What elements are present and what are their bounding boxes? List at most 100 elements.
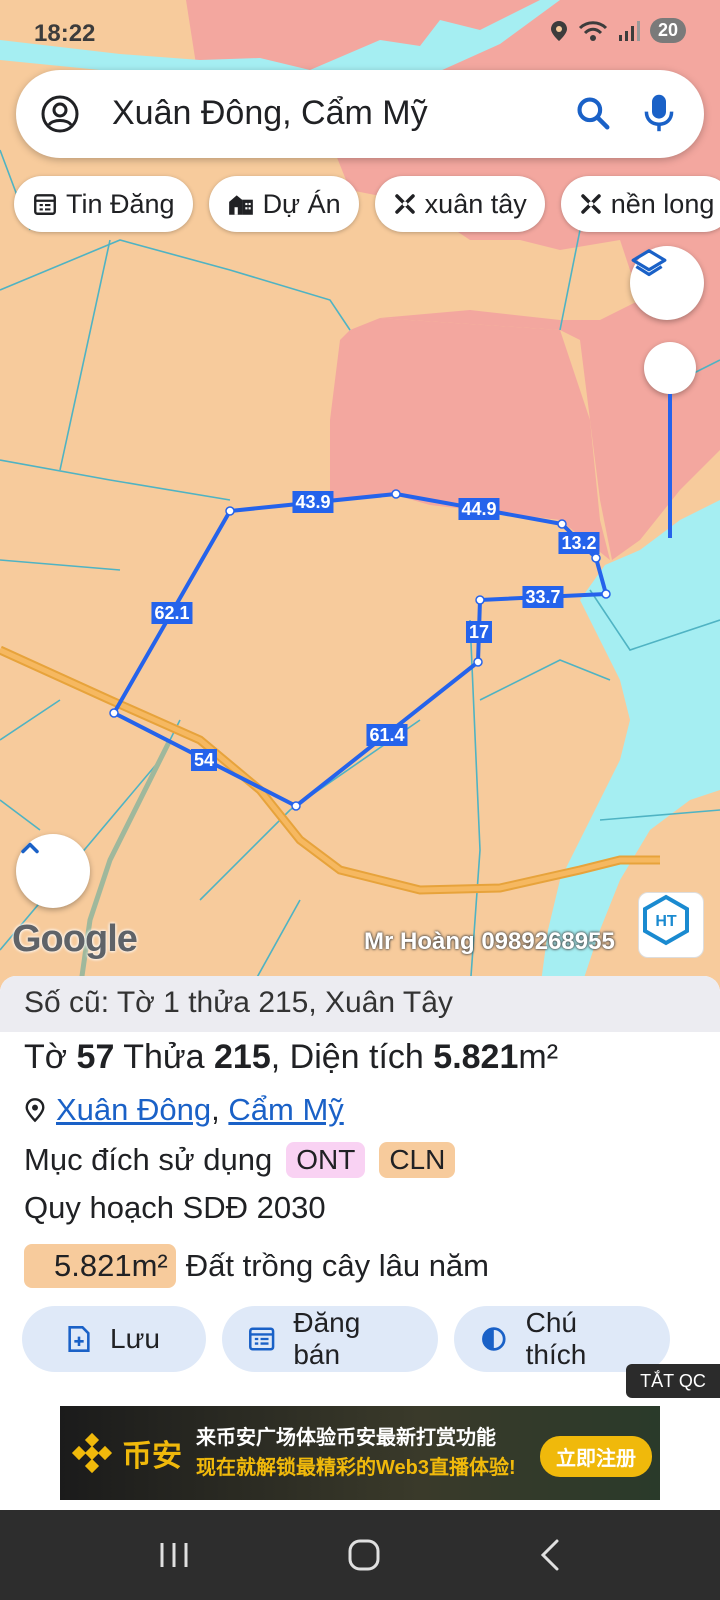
layers-button[interactable] <box>630 246 704 320</box>
plan-area-value: 5.821m² <box>24 1244 176 1288</box>
ad-line-2: 现在就解锁最精彩的Web3直播体验! <box>196 1457 516 1479</box>
opacity-slider-track[interactable] <box>668 394 672 538</box>
ad-brand: 币安 <box>122 1440 182 1473</box>
location-pin-icon <box>550 20 567 41</box>
svg-text:HT: HT <box>655 913 677 930</box>
selected-parcel-outline[interactable] <box>112 492 608 808</box>
microphone-icon[interactable] <box>642 92 676 134</box>
edge-length-label: 17 <box>465 621 493 643</box>
chip-label: Tin Đăng <box>66 188 175 219</box>
edge-length-label: 43.9 <box>292 491 334 513</box>
purpose-tag-ont: ONT <box>286 1142 366 1178</box>
parcel-vertex <box>225 506 235 516</box>
opacity-slider-handle[interactable] <box>644 342 696 394</box>
filter-chips: Tin Đăng Dự Án xuân tây nền long <box>14 176 720 232</box>
signal-icon <box>618 20 640 41</box>
home-icon[interactable] <box>346 1537 382 1573</box>
plan-area-row: 5.821m² Đất trồng cây lâu năm <box>24 1244 489 1288</box>
edge-length-label: 54 <box>190 749 218 771</box>
parcel-vertex <box>591 553 601 563</box>
search-icon[interactable] <box>574 94 612 132</box>
area-label: , Diện tích <box>270 1038 424 1076</box>
layers-icon <box>631 249 667 277</box>
chip-du-an[interactable]: Dự Án <box>208 176 359 232</box>
ad-cta-button[interactable]: 立即注册 <box>540 1436 652 1477</box>
area-unit: m² <box>518 1038 559 1076</box>
google-logo: Google <box>12 918 138 960</box>
hoang-thinh-land-logo-icon: HT <box>643 894 689 946</box>
edge-length-label: 61.4 <box>366 724 408 746</box>
location-row: Xuân Đông, Cẩm Mỹ <box>24 1092 344 1128</box>
post-for-sale-button[interactable]: Đăng bán <box>222 1306 438 1372</box>
ad-banner[interactable]: 币安 来币安广场体验币安最新打赏功能 现在就解锁最精彩的Web3直播体验! 立即… <box>60 1406 660 1500</box>
listing-icon <box>249 1327 275 1351</box>
location-separator: , <box>211 1092 220 1127</box>
chip-tin-dang[interactable]: Tin Đăng <box>14 176 193 232</box>
plan-label: Quy hoạch SDĐ 2030 <box>24 1190 326 1225</box>
commune-link[interactable]: Xuân Đông <box>56 1092 211 1127</box>
chip-xuan-tay[interactable]: xuân tây <box>374 176 545 232</box>
battery-indicator: 20 <box>649 18 686 43</box>
legend-icon <box>482 1327 506 1351</box>
agency-logo: HT <box>638 892 704 958</box>
parcel-vertex <box>557 519 567 529</box>
chip-nen-long[interactable]: nền long <box>560 176 720 232</box>
parcel-vertex <box>475 595 485 605</box>
parcel-vertex <box>601 589 611 599</box>
chip-label: nền long <box>610 188 715 219</box>
purpose-tag-cln: CLN <box>379 1142 456 1178</box>
ad-line-1: 来币安广场体验币安最新打赏功能 <box>196 1427 496 1449</box>
area-value: 5.821 <box>433 1038 519 1076</box>
expand-panel-button[interactable] <box>16 834 90 908</box>
parcel-vertex <box>473 657 483 667</box>
edge-length-label: 13.2 <box>558 532 600 554</box>
edge-length-label: 33.7 <box>522 586 564 608</box>
plan-area-desc: Đất trồng cây lâu năm <box>185 1248 489 1283</box>
status-time: 18:22 <box>34 20 96 47</box>
system-nav-bar <box>0 1510 720 1600</box>
sheet-number: 57 <box>76 1038 115 1076</box>
old-record-text: Số cũ: Tờ 1 thửa 215, Xuân Tây <box>0 976 720 1032</box>
parcel-vertex <box>391 489 401 499</box>
save-doc-icon <box>68 1326 90 1352</box>
binance-logo-icon <box>71 1432 113 1474</box>
parcel-summary: Tờ 57 Thửa 215, Diện tích 5.821m² <box>24 1038 558 1077</box>
save-button[interactable]: Lưu <box>22 1306 206 1372</box>
save-label: Lưu <box>110 1323 160 1354</box>
search-query-text[interactable]: Xuân Đông, Cẩm Mỹ <box>112 94 428 133</box>
plot-number: 215 <box>214 1038 271 1076</box>
post-for-sale-label: Đăng bán <box>293 1307 361 1370</box>
chevron-up-icon <box>21 842 39 854</box>
status-bar: 18:22 20 <box>0 0 720 64</box>
road <box>0 645 660 895</box>
close-ad-button[interactable]: TẮT QC <box>626 1364 720 1398</box>
legend-button[interactable]: Chú thích <box>454 1306 670 1372</box>
purpose-label: Mục đích sử dụng <box>24 1142 273 1177</box>
recent-apps-icon[interactable] <box>157 1540 191 1570</box>
back-icon[interactable] <box>537 1537 563 1573</box>
chip-label: xuân tây <box>424 188 527 219</box>
edge-length-label: 44.9 <box>458 498 500 520</box>
district-link[interactable]: Cẩm Mỹ <box>228 1092 343 1127</box>
buildings-icon <box>228 195 253 215</box>
edge-length-label: 62.1 <box>151 602 193 624</box>
action-buttons: Lưu Đăng bán Chú thích <box>22 1306 670 1372</box>
parcel-vertex <box>291 801 301 811</box>
chip-label: Dự Án <box>262 188 341 219</box>
plot-label: Thửa <box>123 1038 205 1076</box>
location-pin-icon <box>25 1098 45 1123</box>
calendar-list-icon <box>34 194 56 215</box>
road-inner <box>0 647 660 893</box>
land-use-purpose-row: Mục đích sử dụng ONT CLN <box>24 1142 456 1178</box>
parcel-vertex <box>109 708 119 718</box>
wifi-icon <box>578 20 608 41</box>
sheet-label: Tờ <box>24 1038 68 1076</box>
search-bar[interactable]: Xuân Đông, Cẩm Mỹ <box>16 70 704 158</box>
cross-tool-icon <box>394 194 415 214</box>
account-icon[interactable] <box>40 94 80 134</box>
watermark-text: Mr Hoàng 0989268955 <box>364 928 615 955</box>
cross-tool-icon <box>581 194 601 214</box>
residential-zone <box>330 318 610 560</box>
screen: 43.9 44.9 13.2 33.7 17 61.4 54 62.1 Goog… <box>0 0 720 1600</box>
legend-label: Chú thích <box>525 1307 587 1370</box>
